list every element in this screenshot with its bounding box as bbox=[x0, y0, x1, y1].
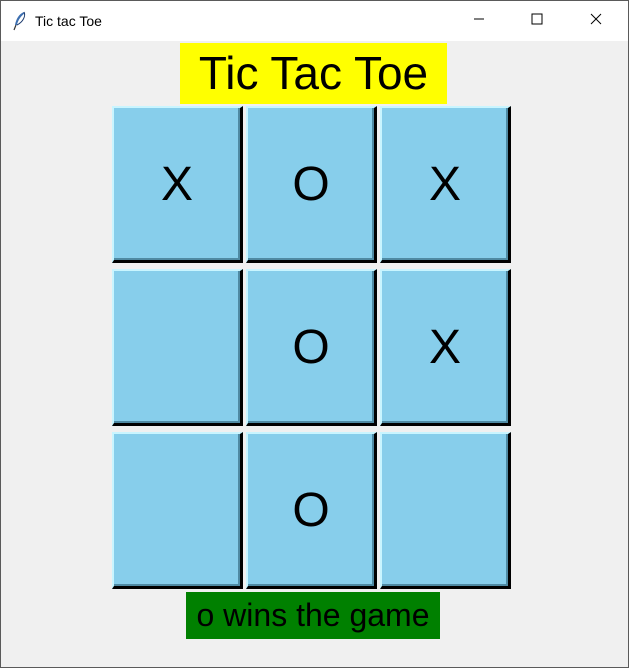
game-board: X O X O X O bbox=[112, 106, 517, 593]
board-cell-r1c3[interactable]: X bbox=[380, 106, 511, 263]
title-bar[interactable]: Tic tac Toe bbox=[1, 1, 628, 41]
board-cell-r2c2[interactable]: O bbox=[246, 269, 377, 426]
game-heading: Tic Tac Toe bbox=[180, 43, 447, 104]
game-area: Tic Tac Toe X O X O X O o wins the game bbox=[1, 41, 628, 667]
board-cell-r2c3[interactable]: X bbox=[380, 269, 511, 426]
close-button[interactable] bbox=[567, 1, 625, 41]
window-title: Tic tac Toe bbox=[35, 13, 102, 29]
board-cell-r3c3[interactable] bbox=[380, 432, 511, 589]
minimize-icon bbox=[473, 12, 485, 30]
close-icon bbox=[590, 12, 602, 30]
board-cell-r3c2[interactable]: O bbox=[246, 432, 377, 589]
board-cell-r1c1[interactable]: X bbox=[112, 106, 243, 263]
board-cell-r3c1[interactable] bbox=[112, 432, 243, 589]
app-window: Tic tac Toe Tic Tac Toe X O X O X O o wi… bbox=[0, 0, 629, 668]
board-cell-r1c2[interactable]: O bbox=[246, 106, 377, 263]
maximize-button[interactable] bbox=[508, 1, 566, 41]
maximize-icon bbox=[531, 12, 543, 30]
game-status: o wins the game bbox=[186, 592, 440, 639]
feather-icon bbox=[11, 11, 29, 31]
minimize-button[interactable] bbox=[450, 1, 508, 41]
board-cell-r2c1[interactable] bbox=[112, 269, 243, 426]
